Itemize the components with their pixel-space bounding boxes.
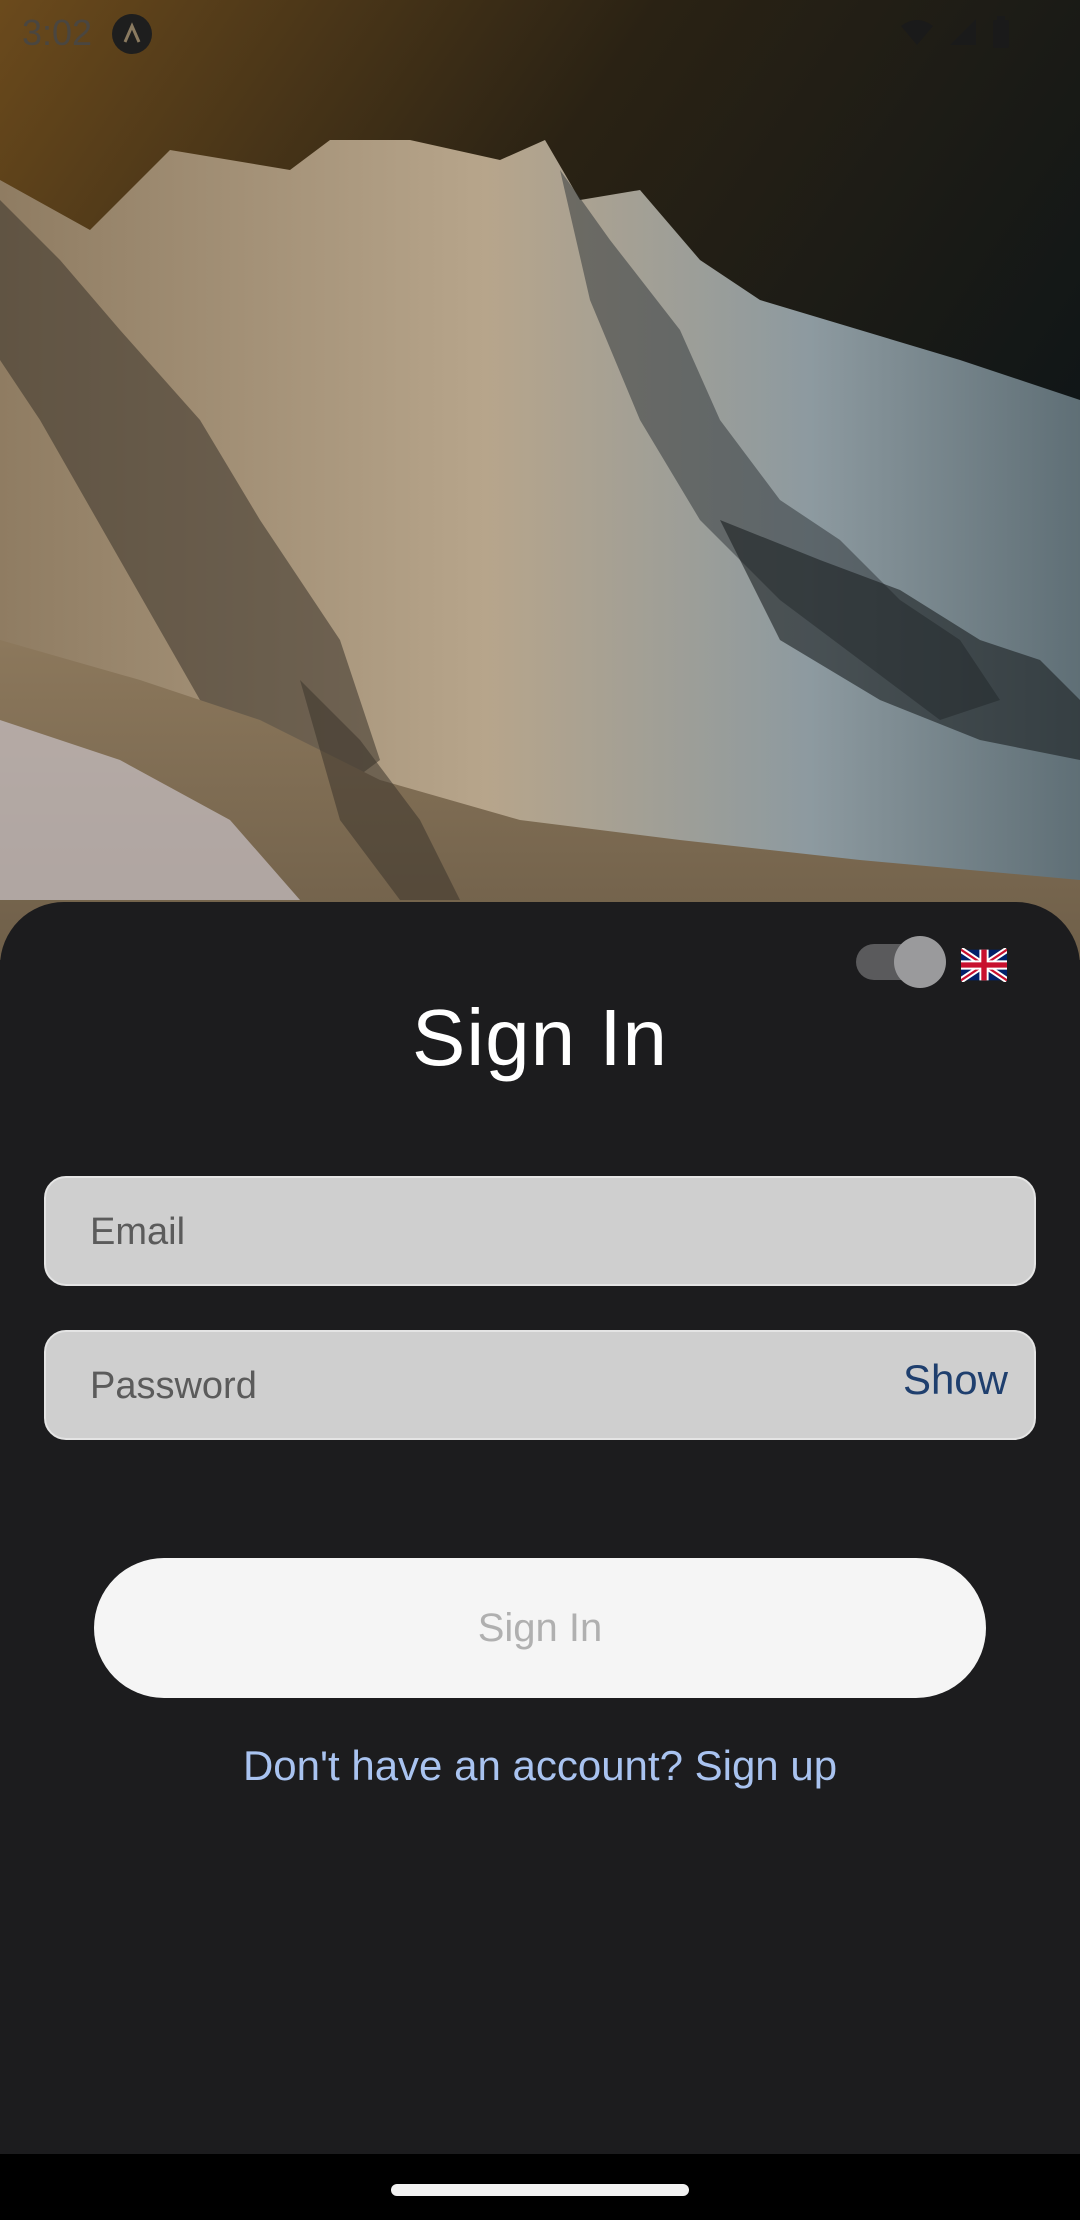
show-password-button[interactable]: Show xyxy=(903,1356,1008,1404)
sign-up-link[interactable]: Don't have an account? Sign up xyxy=(0,1742,1080,1790)
page-title: Sign In xyxy=(411,993,669,1082)
theme-toggle-switch[interactable] xyxy=(856,936,946,988)
signal-icon xyxy=(950,19,976,45)
status-bar: 3:02 xyxy=(0,0,1080,66)
password-input[interactable] xyxy=(88,1332,892,1440)
status-time: 3:02 xyxy=(22,12,93,53)
sign-in-button[interactable]: Sign In xyxy=(94,1558,986,1698)
navigation-bar xyxy=(0,2154,1080,2220)
toggle-thumb xyxy=(894,936,946,988)
battery-icon xyxy=(993,16,1009,48)
wifi-icon xyxy=(901,20,933,45)
uk-flag-icon[interactable] xyxy=(961,948,1007,982)
home-indicator[interactable] xyxy=(391,2184,689,2196)
email-input[interactable] xyxy=(88,1178,892,1286)
status-icons xyxy=(900,16,1010,48)
sign-in-screen: 3:02 Sign In Email Show Sign In Don't ha… xyxy=(0,0,1080,2220)
email-field[interactable] xyxy=(44,1176,1036,1286)
app-notification-icon xyxy=(112,14,152,54)
sign-in-sheet: Sign In Show Sign In Don't have an accou… xyxy=(0,902,1080,2154)
password-field[interactable]: Show xyxy=(44,1330,1036,1440)
mountain-background-image xyxy=(0,0,1080,960)
